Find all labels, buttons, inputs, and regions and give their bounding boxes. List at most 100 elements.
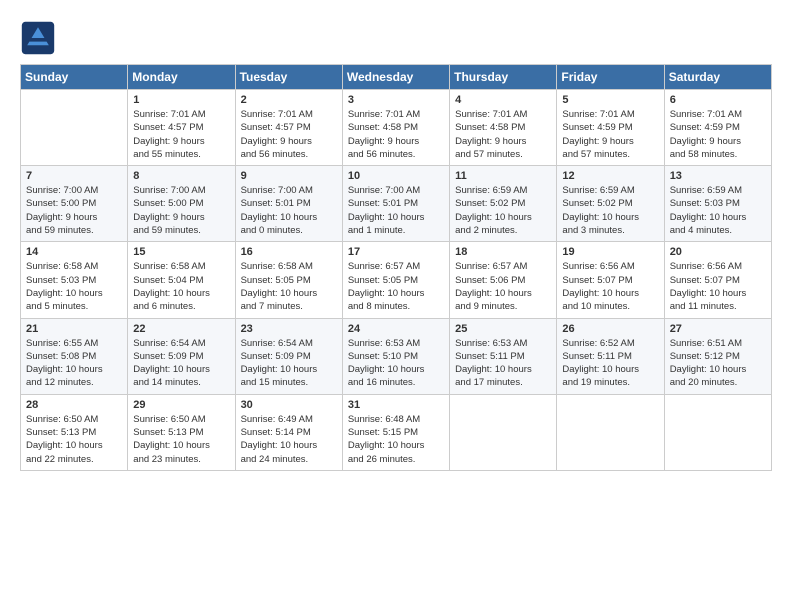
col-header-friday: Friday (557, 65, 664, 90)
day-info: Sunrise: 7:00 AM Sunset: 5:01 PM Dayligh… (241, 184, 337, 237)
calendar-cell: 13Sunrise: 6:59 AM Sunset: 5:03 PM Dayli… (664, 166, 771, 242)
calendar-cell: 27 Sunrise: 6:51 AM Sunset: 5:12 PM Dayli… (664, 318, 771, 394)
day-number: 2 (241, 94, 337, 106)
day-info: Sunrise: 6:52 AM Sunset: 5:11 PM Dayligh… (562, 337, 658, 390)
day-info: Sunrise: 7:01 AM Sunset: 4:58 PM Dayligh… (455, 108, 551, 161)
calendar-cell: 25Sunrise: 6:53 AM Sunset: 5:11 PM Dayli… (450, 318, 557, 394)
calendar-cell: 21 Sunrise: 6:55 AM Sunset: 5:08 PM Dayli… (21, 318, 128, 394)
page-header (20, 20, 772, 56)
col-header-thursday: Thursday (450, 65, 557, 90)
day-number: 22 (133, 323, 229, 335)
calendar-cell: 11 Sunrise: 6:59 AM Sunset: 5:02 PM Dayli… (450, 166, 557, 242)
day-number: 31 (348, 399, 444, 411)
day-number: 3 (348, 94, 444, 106)
day-info: Sunrise: 6:53 AM Sunset: 5:10 PM Dayligh… (348, 337, 444, 390)
day-number: 23 (241, 323, 337, 335)
day-info: Sunrise: 7:01 AM Sunset: 4:57 PM Dayligh… (133, 108, 229, 161)
day-info: Sunrise: 6:50 AM Sunset: 5:13 PM Dayligh… (133, 413, 229, 466)
col-header-sunday: Sunday (21, 65, 128, 90)
day-info: Sunrise: 6:50 AM Sunset: 5:13 PM Dayligh… (26, 413, 122, 466)
calendar-cell: 26 Sunrise: 6:52 AM Sunset: 5:11 PM Dayli… (557, 318, 664, 394)
day-number: 1 (133, 94, 229, 106)
day-info: Sunrise: 7:01 AM Sunset: 4:59 PM Dayligh… (562, 108, 658, 161)
day-number: 4 (455, 94, 551, 106)
day-number: 30 (241, 399, 337, 411)
calendar-cell: 29 Sunrise: 6:50 AM Sunset: 5:13 PM Dayli… (128, 394, 235, 470)
calendar-cell (664, 394, 771, 470)
day-info: Sunrise: 6:59 AM Sunset: 5:02 PM Dayligh… (562, 184, 658, 237)
day-info: Sunrise: 6:51 AM Sunset: 5:12 PM Dayligh… (670, 337, 766, 390)
calendar-cell: 10Sunrise: 7:00 AM Sunset: 5:01 PM Dayli… (342, 166, 449, 242)
calendar-cell: 15 Sunrise: 6:58 AM Sunset: 5:04 PM Dayli… (128, 242, 235, 318)
calendar-cell (450, 394, 557, 470)
calendar-cell: 19 Sunrise: 6:56 AM Sunset: 5:07 PM Dayli… (557, 242, 664, 318)
calendar-cell: 17 Sunrise: 6:57 AM Sunset: 5:05 PM Dayli… (342, 242, 449, 318)
calendar-cell: 12 Sunrise: 6:59 AM Sunset: 5:02 PM Dayli… (557, 166, 664, 242)
calendar-cell (21, 90, 128, 166)
calendar-cell: 7 Sunrise: 7:00 AM Sunset: 5:00 PM Daylig… (21, 166, 128, 242)
calendar-cell: 31 Sunrise: 6:48 AM Sunset: 5:15 PM Dayli… (342, 394, 449, 470)
calendar-cell: 1 Sunrise: 7:01 AM Sunset: 4:57 PM Daylig… (128, 90, 235, 166)
logo (20, 20, 62, 56)
day-number: 19 (562, 246, 658, 258)
day-info: Sunrise: 6:55 AM Sunset: 5:08 PM Dayligh… (26, 337, 122, 390)
day-info: Sunrise: 6:54 AM Sunset: 5:09 PM Dayligh… (241, 337, 337, 390)
day-info: Sunrise: 6:49 AM Sunset: 5:14 PM Dayligh… (241, 413, 337, 466)
day-number: 17 (348, 246, 444, 258)
day-number: 15 (133, 246, 229, 258)
calendar-cell: 2 Sunrise: 7:01 AM Sunset: 4:57 PM Daylig… (235, 90, 342, 166)
day-number: 11 (455, 170, 551, 182)
col-header-wednesday: Wednesday (342, 65, 449, 90)
calendar-week-2: 7 Sunrise: 7:00 AM Sunset: 5:00 PM Daylig… (21, 166, 772, 242)
day-number: 10 (348, 170, 444, 182)
day-info: Sunrise: 6:54 AM Sunset: 5:09 PM Dayligh… (133, 337, 229, 390)
calendar-header-row: SundayMondayTuesdayWednesdayThursdayFrid… (21, 65, 772, 90)
day-number: 6 (670, 94, 766, 106)
day-info: Sunrise: 6:59 AM Sunset: 5:03 PM Dayligh… (670, 184, 766, 237)
calendar-week-5: 28 Sunrise: 6:50 AM Sunset: 5:13 PM Dayli… (21, 394, 772, 470)
day-info: Sunrise: 7:00 AM Sunset: 5:00 PM Dayligh… (26, 184, 122, 237)
calendar-cell: 4 Sunrise: 7:01 AM Sunset: 4:58 PM Daylig… (450, 90, 557, 166)
calendar-cell (557, 394, 664, 470)
day-number: 16 (241, 246, 337, 258)
calendar-cell: 18Sunrise: 6:57 AM Sunset: 5:06 PM Dayli… (450, 242, 557, 318)
day-info: Sunrise: 6:58 AM Sunset: 5:04 PM Dayligh… (133, 260, 229, 313)
calendar-cell: 9 Sunrise: 7:00 AM Sunset: 5:01 PM Daylig… (235, 166, 342, 242)
calendar-week-3: 14 Sunrise: 6:58 AM Sunset: 5:03 PM Dayli… (21, 242, 772, 318)
day-number: 27 (670, 323, 766, 335)
day-info: Sunrise: 6:59 AM Sunset: 5:02 PM Dayligh… (455, 184, 551, 237)
day-info: Sunrise: 7:01 AM Sunset: 4:57 PM Dayligh… (241, 108, 337, 161)
day-info: Sunrise: 6:58 AM Sunset: 5:05 PM Dayligh… (241, 260, 337, 313)
calendar-cell: 14 Sunrise: 6:58 AM Sunset: 5:03 PM Dayli… (21, 242, 128, 318)
calendar-cell: 30 Sunrise: 6:49 AM Sunset: 5:14 PM Dayli… (235, 394, 342, 470)
day-info: Sunrise: 6:56 AM Sunset: 5:07 PM Dayligh… (670, 260, 766, 313)
day-info: Sunrise: 7:01 AM Sunset: 4:58 PM Dayligh… (348, 108, 444, 161)
day-info: Sunrise: 6:57 AM Sunset: 5:05 PM Dayligh… (348, 260, 444, 313)
calendar-cell: 16 Sunrise: 6:58 AM Sunset: 5:05 PM Dayli… (235, 242, 342, 318)
col-header-saturday: Saturday (664, 65, 771, 90)
day-number: 18 (455, 246, 551, 258)
day-number: 5 (562, 94, 658, 106)
calendar-week-4: 21 Sunrise: 6:55 AM Sunset: 5:08 PM Dayli… (21, 318, 772, 394)
day-info: Sunrise: 6:56 AM Sunset: 5:07 PM Dayligh… (562, 260, 658, 313)
day-number: 12 (562, 170, 658, 182)
col-header-tuesday: Tuesday (235, 65, 342, 90)
day-number: 21 (26, 323, 122, 335)
day-number: 29 (133, 399, 229, 411)
logo-icon (20, 20, 56, 56)
calendar-cell: 24Sunrise: 6:53 AM Sunset: 5:10 PM Dayli… (342, 318, 449, 394)
col-header-monday: Monday (128, 65, 235, 90)
calendar-cell: 8 Sunrise: 7:00 AM Sunset: 5:00 PM Daylig… (128, 166, 235, 242)
day-number: 8 (133, 170, 229, 182)
day-number: 7 (26, 170, 122, 182)
day-info: Sunrise: 6:58 AM Sunset: 5:03 PM Dayligh… (26, 260, 122, 313)
calendar-cell: 23 Sunrise: 6:54 AM Sunset: 5:09 PM Dayli… (235, 318, 342, 394)
day-info: Sunrise: 7:00 AM Sunset: 5:00 PM Dayligh… (133, 184, 229, 237)
day-number: 14 (26, 246, 122, 258)
day-info: Sunrise: 6:48 AM Sunset: 5:15 PM Dayligh… (348, 413, 444, 466)
day-info: Sunrise: 7:01 AM Sunset: 4:59 PM Dayligh… (670, 108, 766, 161)
day-number: 9 (241, 170, 337, 182)
day-number: 28 (26, 399, 122, 411)
day-number: 26 (562, 323, 658, 335)
calendar: SundayMondayTuesdayWednesdayThursdayFrid… (20, 64, 772, 471)
